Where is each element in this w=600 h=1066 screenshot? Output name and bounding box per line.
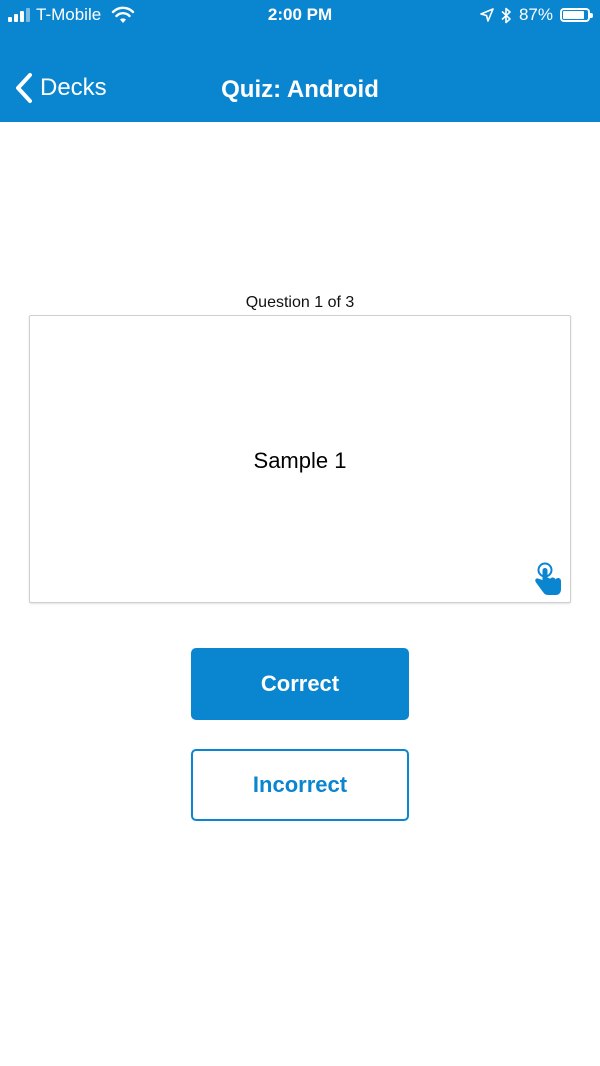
flashcard-text: Sample 1 [253, 448, 347, 473]
status-right: 87% [480, 5, 593, 25]
status-bar: T-Mobile 2:00 PM 87% [0, 0, 600, 32]
battery-percent: 87% [518, 5, 553, 24]
question-counter: Question 1 of 3 [245, 294, 355, 311]
incorrect-button[interactable]: Incorrect [191, 749, 409, 821]
bluetooth-icon [501, 7, 511, 23]
flashcard[interactable]: Sample 1 [29, 315, 571, 603]
tap-hand-icon [535, 562, 561, 595]
app-header: T-Mobile 2:00 PM 87% Decks Quiz: Android [0, 0, 600, 122]
location-arrow-icon [480, 8, 494, 22]
correct-button[interactable]: Correct [191, 648, 409, 720]
battery-icon [560, 8, 593, 22]
nav-bar: Decks Quiz: Android [0, 62, 600, 118]
battery-fill [563, 11, 584, 19]
page-title: Quiz: Android [221, 76, 379, 103]
